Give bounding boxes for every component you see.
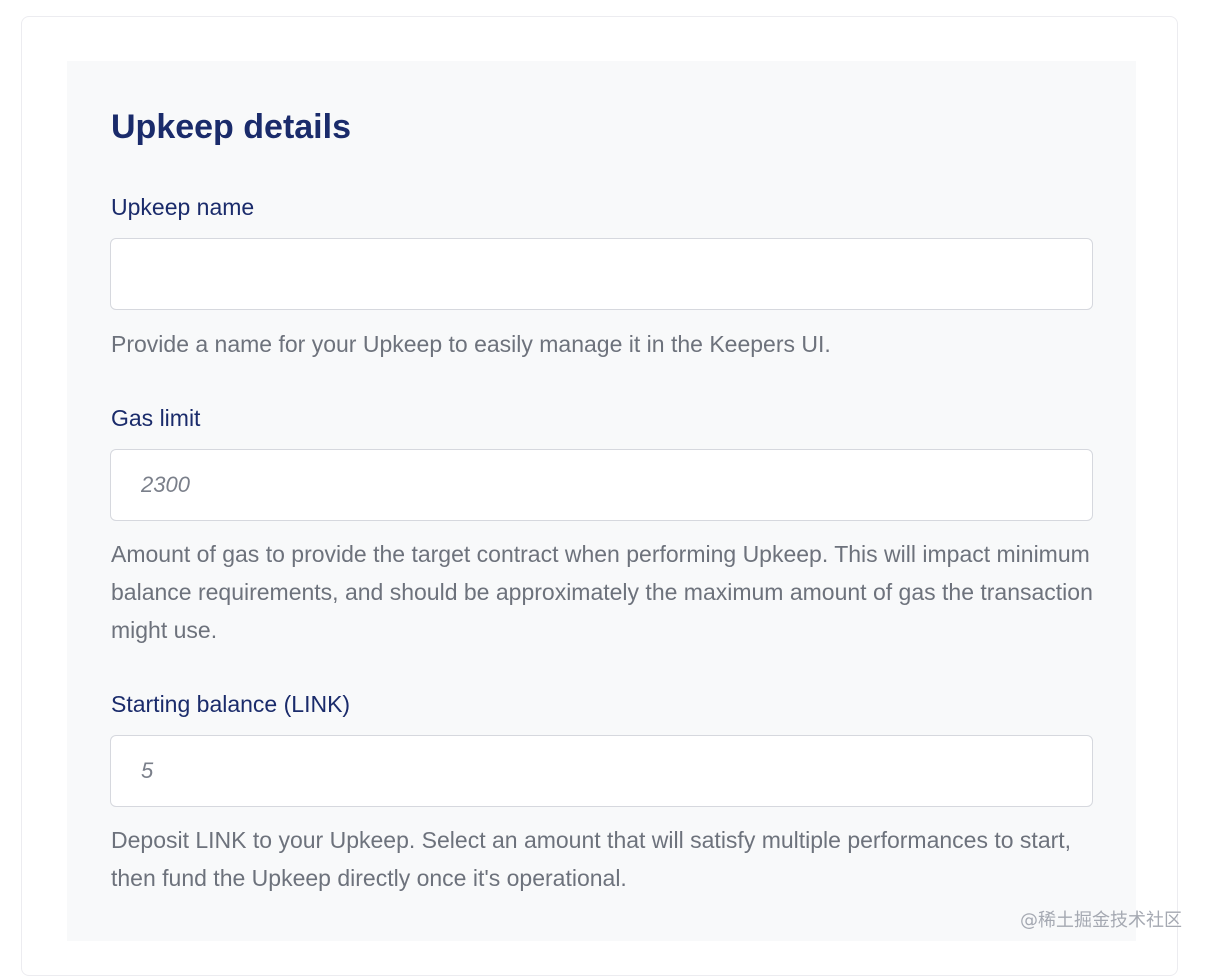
- gas-limit-label: Gas limit: [111, 404, 200, 432]
- watermark: @稀土掘金技术社区: [1020, 906, 1182, 932]
- upkeep-details-panel: Upkeep details Upkeep name Provide a nam…: [67, 61, 1136, 941]
- form-card: Upkeep details Upkeep name Provide a nam…: [21, 16, 1178, 976]
- upkeep-name-input[interactable]: [110, 238, 1093, 310]
- starting-balance-label: Starting balance (LINK): [111, 690, 350, 718]
- gas-limit-input[interactable]: [110, 449, 1093, 521]
- gas-limit-help: Amount of gas to provide the target cont…: [111, 535, 1101, 649]
- upkeep-name-help: Provide a name for your Upkeep to easily…: [111, 325, 1101, 363]
- upkeep-name-label: Upkeep name: [111, 193, 254, 221]
- starting-balance-help: Deposit LINK to your Upkeep. Select an a…: [111, 821, 1101, 897]
- starting-balance-input[interactable]: [110, 735, 1093, 807]
- section-title: Upkeep details: [111, 107, 351, 147]
